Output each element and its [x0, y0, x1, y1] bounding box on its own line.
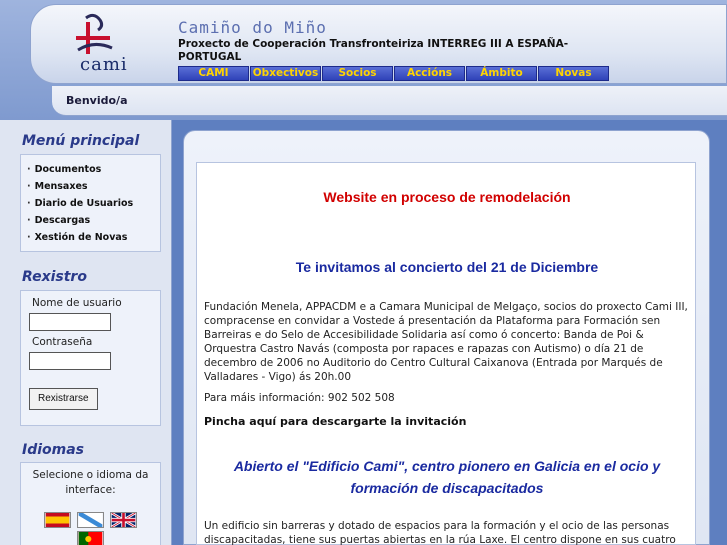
- remodel-notice: Website en proceso de remodelación: [323, 189, 571, 205]
- menu-item-xestion-novas[interactable]: · Xestión de Novas: [21, 229, 160, 246]
- portugal-flag-icon[interactable]: [77, 531, 104, 545]
- site-title: Camiño do Miño: [178, 18, 327, 37]
- site-subtitle: Proxecto de Cooperación Transfronteiriza…: [178, 38, 569, 63]
- concert-heading: Te invitamos al concierto del 21 de Dici…: [295, 259, 599, 275]
- nav-socios[interactable]: Socios: [322, 66, 393, 81]
- welcome-text: Benvido/a: [66, 94, 128, 107]
- bullet-icon: ·: [27, 232, 31, 243]
- menu-heading: Menú principal: [22, 133, 140, 149]
- register-button[interactable]: Rexistrarse: [29, 388, 98, 410]
- info-text: Para máis información: 902 502 508: [204, 392, 395, 404]
- uk-flag-icon[interactable]: [110, 512, 137, 528]
- main-nav: CAMI Obxectivos Socios Accións Ámbito No…: [178, 66, 610, 81]
- building-text: Un edificio sin barreras y dotado de esp…: [204, 520, 676, 545]
- nav-cami[interactable]: CAMI: [178, 66, 249, 81]
- building-heading: Abierto el "Edificio Cami", centro pione…: [233, 458, 661, 496]
- username-input[interactable]: [29, 313, 111, 331]
- bullet-icon: ·: [27, 198, 31, 209]
- nav-obxectivos[interactable]: Obxectivos: [250, 66, 321, 81]
- bullet-icon: ·: [27, 164, 31, 175]
- logo-text: cami: [80, 54, 128, 75]
- languages-heading: Idiomas: [22, 442, 85, 458]
- galicia-flag-icon[interactable]: [77, 512, 104, 528]
- main-content: Website en proceso de remodelación Te in…: [196, 162, 696, 545]
- bullet-icon: ·: [27, 215, 31, 226]
- nav-novas[interactable]: Novas: [538, 66, 609, 81]
- languages-prompt: Selecione o idioma da interface:: [32, 469, 149, 496]
- right-edge: [714, 120, 727, 545]
- password-input[interactable]: [29, 352, 111, 370]
- nav-accions[interactable]: Accións: [394, 66, 465, 81]
- username-label: Nome de usuario: [32, 297, 122, 309]
- menu-item-mensaxes[interactable]: · Mensaxes: [21, 178, 160, 195]
- spain-flag-icon[interactable]: [44, 512, 71, 528]
- menu-item-diario[interactable]: · Diario de Usuarios: [21, 195, 160, 212]
- concert-text: Fundación Menela, APPACDM e a Camara Mun…: [204, 301, 688, 383]
- bullet-icon: ·: [27, 181, 31, 192]
- download-invitation-link[interactable]: Pincha aquí para descargarte la invitaci…: [204, 415, 466, 428]
- password-label: Contraseña: [32, 336, 93, 348]
- nav-ambito[interactable]: Ámbito: [466, 66, 537, 81]
- register-heading: Rexistro: [22, 269, 87, 285]
- main-menu: · Documentos · Mensaxes · Diario de Usuario…: [20, 154, 161, 252]
- menu-item-descargas[interactable]: · Descargas: [21, 212, 160, 229]
- menu-item-documentos[interactable]: · Documentos: [21, 161, 160, 178]
- welcome-bar: [52, 86, 727, 116]
- register-form: Nome de usuario Contraseña Rexistrarse: [20, 290, 161, 426]
